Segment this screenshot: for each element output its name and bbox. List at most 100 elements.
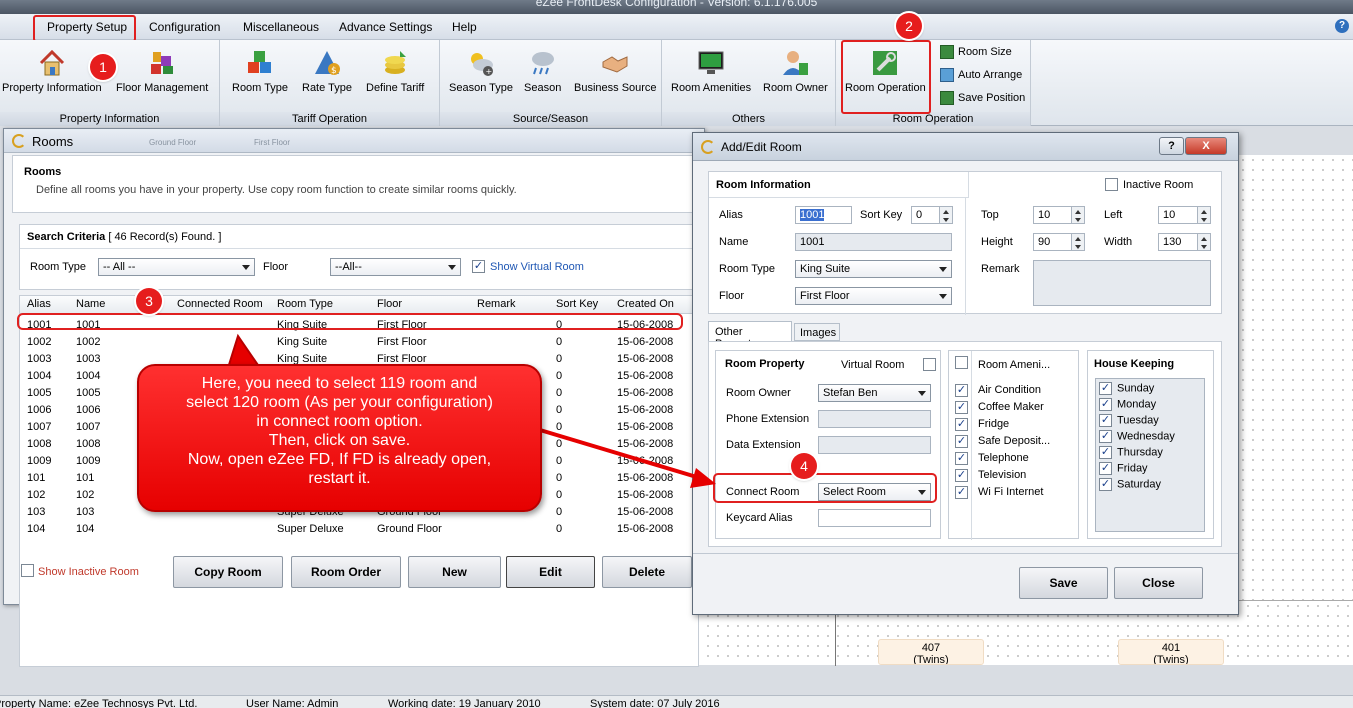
help-icon[interactable]: ? (1335, 19, 1349, 33)
save-button[interactable]: Save (1019, 567, 1108, 599)
room-type-select[interactable]: King Suite (795, 260, 952, 278)
left-input[interactable]: 10 (1158, 206, 1211, 224)
day-checkbox[interactable]: ✓ (1099, 462, 1112, 475)
name-input[interactable]: 1001 (795, 233, 952, 251)
virtual-room-checkbox[interactable] (923, 358, 936, 371)
season-type-button[interactable]: + Season Type (449, 48, 513, 94)
spinner-icon[interactable] (1071, 207, 1084, 223)
col-created-on[interactable]: Created On (617, 298, 674, 310)
bg-tab-first: First Floor (254, 138, 290, 147)
room-owner-button[interactable]: Room Owner (763, 48, 828, 94)
table-row[interactable]: 1002 1002 King Suite First Floor 0 15-06-2008 (20, 334, 698, 351)
width-input[interactable]: 130 (1158, 233, 1211, 251)
table-row[interactable]: 104 104 Super Deluxe Ground Floor 0 15-06-200… (20, 521, 698, 538)
inactive-room-checkbox[interactable] (1105, 178, 1118, 191)
amenity-checkbox[interactable]: ✓ (955, 486, 968, 499)
select-all-amenities-checkbox[interactable] (955, 356, 968, 369)
keycard-alias-input[interactable] (818, 509, 931, 527)
day-checkbox[interactable]: ✓ (1099, 446, 1112, 459)
show-inactive-checkbox[interactable] (21, 564, 34, 577)
col-remark[interactable]: Remark (477, 298, 516, 310)
height-input[interactable]: 90 (1033, 233, 1085, 251)
col-sort-key[interactable]: Sort Key (556, 298, 598, 310)
tab-other-property[interactable]: Other Property (708, 321, 792, 350)
housekeeping-day-item[interactable]: ✓ Monday (1099, 398, 1156, 411)
delete-button[interactable]: Delete (602, 556, 692, 588)
amenity-item[interactable]: ✓ Air Condition (955, 384, 1041, 397)
room-type-filter-select[interactable]: -- All -- (98, 258, 255, 276)
room-tile-407[interactable]: 407 (Twins) (878, 639, 984, 665)
divider (693, 553, 1238, 554)
left-value: 10 (1163, 209, 1176, 221)
room-type-button[interactable]: Room Type (232, 48, 288, 94)
save-position-button[interactable]: Save Position (940, 91, 1025, 105)
new-button[interactable]: New (408, 556, 501, 588)
property-information-button[interactable]: Property Information (2, 48, 102, 94)
spinner-icon[interactable] (1197, 207, 1210, 223)
alias-input[interactable]: 1001 (795, 206, 852, 224)
col-floor[interactable]: Floor (377, 298, 402, 310)
spinner-icon[interactable] (1197, 234, 1210, 250)
business-source-button[interactable]: Business Source (574, 48, 657, 94)
day-checkbox[interactable]: ✓ (1099, 478, 1112, 491)
room-owner-select[interactable]: Stefan Ben (818, 384, 931, 402)
auto-arrange-button[interactable]: Auto Arrange (940, 68, 1022, 82)
room-size-button[interactable]: Room Size (940, 45, 1012, 59)
floor-management-button[interactable]: Floor Management (116, 48, 208, 94)
season-button[interactable]: Season (524, 48, 561, 94)
day-checkbox[interactable]: ✓ (1099, 414, 1112, 427)
room-order-button[interactable]: Room Order (291, 556, 401, 588)
close-button[interactable]: Close (1114, 567, 1203, 599)
amenity-item[interactable]: ✓ Telephone (955, 452, 1029, 465)
spinner-icon[interactable] (1071, 234, 1084, 250)
edit-button[interactable]: Edit (506, 556, 595, 588)
menu-help[interactable]: Help (452, 20, 477, 34)
copy-room-button[interactable]: Copy Room (173, 556, 283, 588)
tab-images[interactable]: Images (794, 323, 840, 341)
amenity-item[interactable]: ✓ Safe Deposit... (955, 435, 1050, 448)
amenity-item[interactable]: ✓ Fridge (955, 418, 1009, 431)
amenity-item[interactable]: ✓ Coffee Maker (955, 401, 1044, 414)
floor-select[interactable]: First Floor (795, 287, 952, 305)
day-checkbox[interactable]: ✓ (1099, 398, 1112, 411)
housekeeping-day-item[interactable]: ✓ Wednesday (1099, 430, 1175, 443)
housekeeping-day-item[interactable]: ✓ Sunday (1099, 382, 1154, 395)
col-connected-room[interactable]: Connected Room (177, 298, 263, 310)
housekeeping-day-item[interactable]: ✓ Thursday (1099, 446, 1163, 459)
col-room-type[interactable]: Room Type (277, 298, 333, 310)
remark-textarea[interactable] (1033, 260, 1211, 306)
top-input[interactable]: 10 (1033, 206, 1085, 224)
spinner-icon[interactable] (939, 207, 952, 223)
data-extension-input[interactable] (818, 436, 931, 454)
close-window-button[interactable]: X (1185, 137, 1227, 155)
amenity-checkbox[interactable]: ✓ (955, 469, 968, 482)
col-alias[interactable]: Alias (27, 298, 51, 310)
rate-type-button[interactable]: $ Rate Type (302, 48, 352, 94)
day-checkbox[interactable]: ✓ (1099, 382, 1112, 395)
housekeeping-day-item[interactable]: ✓ Saturday (1099, 478, 1161, 491)
help-button[interactable]: ? (1159, 137, 1184, 155)
amenity-checkbox[interactable]: ✓ (955, 435, 968, 448)
show-virtual-checkbox[interactable]: ✓ (472, 260, 485, 273)
housekeeping-day-item[interactable]: ✓ Tuesday (1099, 414, 1159, 427)
amenity-checkbox[interactable]: ✓ (955, 384, 968, 397)
room-property-title: Room Property (725, 358, 805, 370)
menu-configuration[interactable]: Configuration (149, 20, 220, 34)
room-amenities-button[interactable]: Room Amenities (671, 48, 751, 94)
amenity-checkbox[interactable]: ✓ (955, 452, 968, 465)
floor-filter-select[interactable]: --All-- (330, 258, 461, 276)
cell-created-on: 15-06-2008 (617, 336, 674, 348)
housekeeping-day-item[interactable]: ✓ Friday (1099, 462, 1148, 475)
room-tile-401[interactable]: 401 (Twins) (1118, 639, 1224, 665)
sort-key-input[interactable]: 0 (911, 206, 953, 224)
col-name[interactable]: Name (76, 298, 105, 310)
define-tariff-button[interactable]: Define Tariff (366, 48, 424, 94)
amenity-item[interactable]: ✓ Wi Fi Internet (955, 486, 1043, 499)
amenity-checkbox[interactable]: ✓ (955, 418, 968, 431)
phone-extension-input[interactable] (818, 410, 931, 428)
day-checkbox[interactable]: ✓ (1099, 430, 1112, 443)
menu-miscellaneous[interactable]: Miscellaneous (243, 20, 319, 34)
amenity-checkbox[interactable]: ✓ (955, 401, 968, 414)
menu-advance-settings[interactable]: Advance Settings (339, 20, 432, 34)
amenity-item[interactable]: ✓ Television (955, 469, 1026, 482)
